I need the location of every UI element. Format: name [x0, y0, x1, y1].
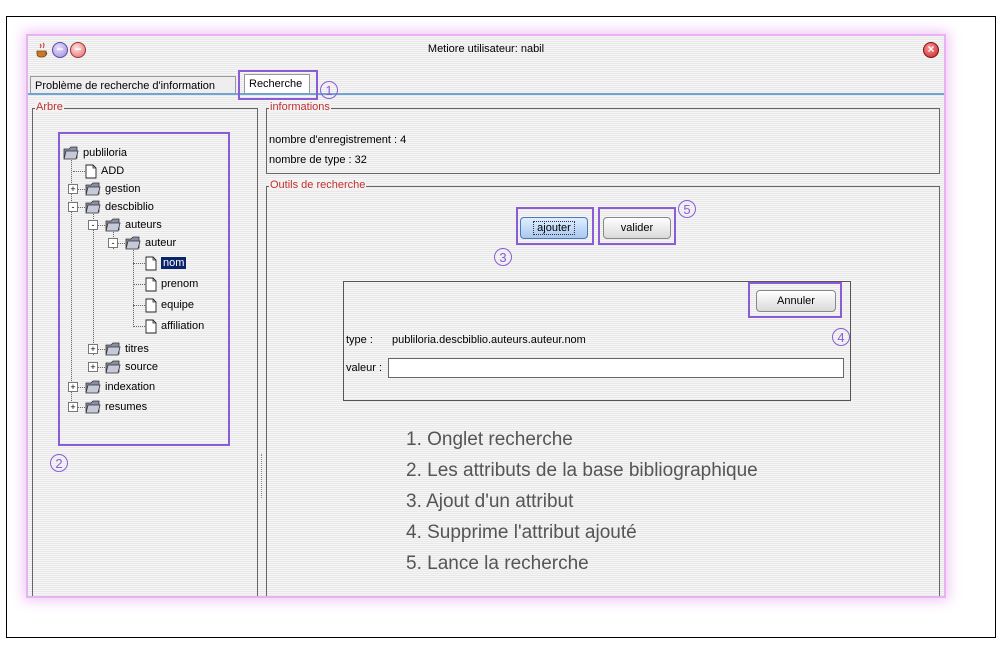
explanation-item-4: 4. Supprime l'attribut ajouté	[406, 522, 637, 543]
record-count: nombre d'enregistrement : 4	[269, 134, 407, 146]
close-button[interactable]: ×	[923, 42, 939, 58]
outils-legend: Outils de recherche	[269, 179, 367, 191]
explanation-item-5: 5. Lance la recherche	[406, 553, 589, 574]
type-label: type :	[346, 334, 373, 346]
callout-number-2: 2	[50, 454, 68, 472]
close-icon: ×	[927, 42, 935, 56]
splitter-handle[interactable]	[261, 454, 264, 498]
callout-box-recherche-tab	[238, 70, 318, 100]
tab-underline	[28, 93, 944, 95]
informations-legend: informations	[269, 101, 331, 113]
explanation-item-2: 2. Les attributs de la base bibliographi…	[406, 460, 758, 481]
type-value: publiloria.descbiblio.auteurs.auteur.nom	[392, 334, 586, 346]
callout-box-ajouter	[516, 207, 594, 245]
informations-panel: informations nombre d'enregistrement : 4…	[266, 101, 940, 174]
callout-number-4: 4	[832, 328, 850, 346]
callout-box-tree	[58, 132, 230, 446]
app-window: − − Metiore utilisateur: nabil × Problèm…	[28, 36, 944, 596]
callout-box-annuler	[748, 282, 842, 318]
valeur-label: valeur :	[346, 362, 383, 374]
explanation-list: 1. Onglet recherche 2. Les attributs de …	[406, 424, 758, 579]
title-bar: − − Metiore utilisateur: nabil ×	[28, 36, 944, 66]
callout-number-1: 1	[320, 81, 338, 99]
callout-number-3: 3	[494, 248, 512, 266]
explanation-item-3: 3. Ajout d'un attribut	[406, 491, 574, 512]
tab-bar: Problème de recherche d'information Rech…	[28, 72, 944, 94]
tab-probleme[interactable]: Problème de recherche d'information	[30, 76, 236, 94]
window-title: Metiore utilisateur: nabil	[427, 43, 545, 55]
callout-box-valider	[598, 207, 676, 245]
arbre-legend: Arbre	[35, 101, 64, 113]
valeur-input[interactable]	[388, 358, 844, 378]
type-count: nombre de type : 32	[269, 154, 367, 166]
explanation-item-1: 1. Onglet recherche	[406, 429, 573, 450]
callout-number-5: 5	[678, 200, 696, 218]
